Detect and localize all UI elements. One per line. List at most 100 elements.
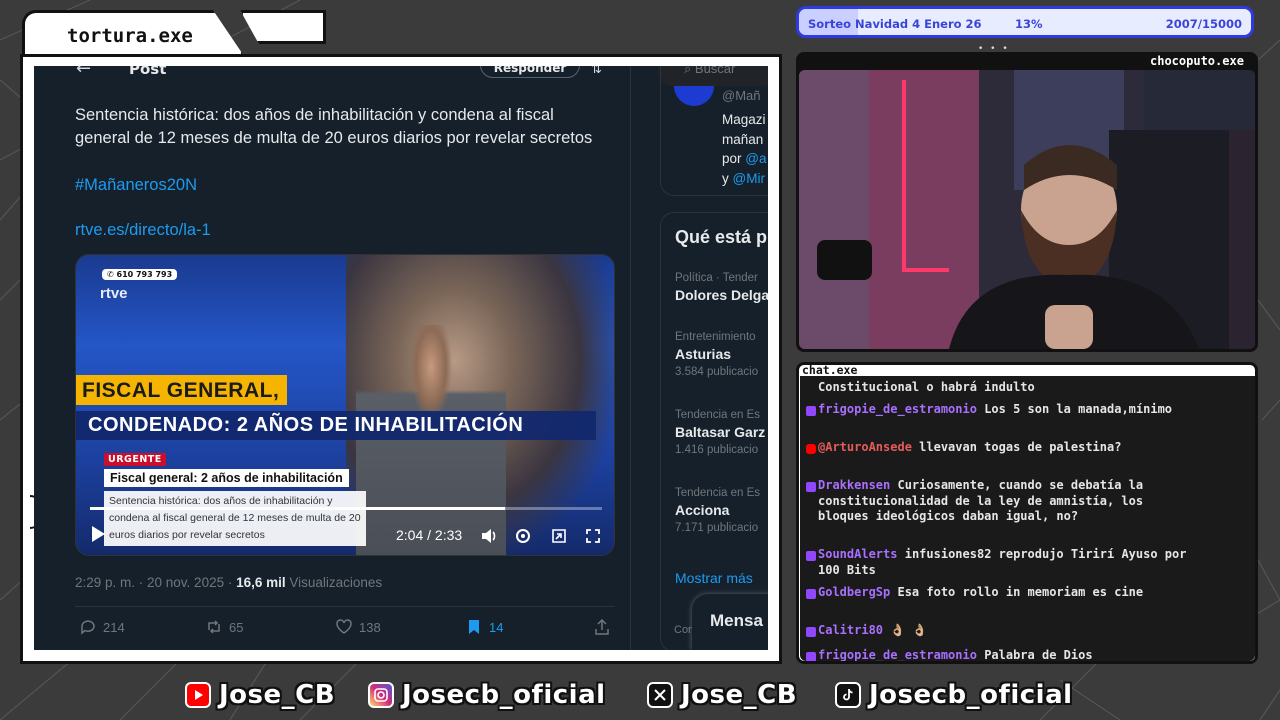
volume-icon[interactable] (480, 527, 498, 545)
headline-line-2: CONDENADO: 2 AÑOS DE INHABILITACIÓN (76, 411, 596, 440)
chat-username[interactable]: Drakkensen (818, 478, 890, 492)
bio-line: por @a (722, 149, 766, 169)
trend-count: 7.171 publicacio (675, 522, 759, 534)
like-action[interactable]: 138 (335, 618, 381, 636)
meta-divider (75, 606, 615, 607)
social-youtube[interactable]: Jose_CB (185, 676, 335, 714)
lower-third-text: Sentencia histórica: dos años de inhabil… (104, 491, 366, 546)
like-count: 138 (359, 619, 381, 635)
trend-item[interactable]: Política · Tender Dolores Delga (675, 272, 768, 303)
bio-line: Magazi (722, 112, 766, 127)
channel-logo: rtve (100, 285, 128, 302)
bookmark-count: 14 (489, 619, 504, 635)
bio-text: por (722, 151, 746, 166)
twitch-icon (806, 589, 816, 599)
video-presenter (356, 325, 506, 555)
back-arrow-icon[interactable]: ← (76, 66, 91, 79)
social-handle: Jose_CB (681, 680, 798, 710)
chat-username[interactable]: @ArturoAnsede (818, 440, 912, 454)
giveaway-title: Sorteo Navidad 4 Enero 26 (808, 17, 982, 31)
heart-icon (336, 619, 352, 634)
chat-username[interactable]: frigopie_de_estramonio (818, 402, 977, 416)
social-instagram[interactable]: Josecb_oficial (368, 676, 606, 714)
chat-message-text: 👌🏼 👌🏼 (890, 623, 928, 637)
video-time: 2:04 / 2:33 (396, 527, 463, 543)
views-count: 16,6 mil (236, 575, 286, 590)
reply-button[interactable]: Responder (480, 66, 580, 78)
bio-mention[interactable]: @Mir (733, 171, 765, 186)
bookmark-action[interactable]: 14 (465, 618, 503, 636)
chat-message-text: llevavan togas de palestina? (919, 440, 1122, 454)
bio-mention[interactable]: @a (745, 151, 766, 166)
window-title-tab: tortura.exe (22, 10, 244, 56)
chat-message: frigopie_de_estramonio Los 5 son la mana… (818, 402, 1190, 418)
tweet-hashtag[interactable]: #Mañaneros20N (75, 176, 197, 195)
social-handle: Jose_CB (219, 680, 336, 710)
trend-item[interactable]: Tendencia en Es Acciona 7.171 publicacio (675, 487, 760, 534)
tiktok-icon (835, 682, 861, 708)
reply-action[interactable]: 214 (79, 618, 125, 636)
trend-item[interactable]: Tendencia en Es Baltasar Garz 1.416 publ… (675, 409, 765, 456)
reply-count: 214 (103, 619, 125, 635)
trends-title: Qué está p (675, 227, 768, 247)
share-icon (595, 618, 609, 635)
chat-message: @ArturoAnsede llevavan togas de palestin… (818, 440, 1190, 456)
chat-message: SoundAlerts infusiones82 reprodujo Tirir… (818, 547, 1190, 578)
chat-username[interactable]: Calitri80 (818, 623, 883, 637)
chat-message-text: Esa foto rollo in memoriam es cine (897, 585, 1144, 599)
chat-message-text: Constitucional o habrá indulto (818, 380, 1035, 394)
trend-count: 3.584 publicacio (675, 366, 759, 378)
trend-item[interactable]: Entretenimiento Asturias 3.584 publicaci… (675, 331, 758, 378)
filter-icon[interactable]: ⇅ (591, 66, 602, 77)
trend-category: Política · Tender (675, 272, 758, 284)
bio-text: y (722, 170, 733, 186)
tweet-actions: 214 65 138 14 (75, 618, 615, 642)
youtube-icon (806, 444, 816, 454)
video-progress-bar[interactable] (90, 507, 602, 510)
trend-category: Tendencia en Es (675, 409, 761, 421)
video-player[interactable]: ✆ 610 793 793 rtve FISCAL GENERAL, CONDE… (75, 254, 615, 556)
chat-message: frigopie_de_estramonio Palabra de Dios (818, 648, 1190, 661)
trend-name: Baltasar Garz (675, 424, 766, 440)
picture-in-picture-icon[interactable] (550, 527, 568, 545)
webcam-label: chocoputo.exe (1142, 52, 1252, 70)
tweet-link[interactable]: rtve.es/directo/la-1 (75, 221, 211, 240)
whatsapp-number: ✆ 610 793 793 (102, 269, 178, 280)
lower-third-title: Fiscal general: 2 años de inhabilitación (104, 469, 349, 487)
phone-number: 610 793 793 (116, 270, 173, 279)
webcam-feed (799, 70, 1255, 349)
views-label: Visualizaciones (285, 575, 383, 590)
social-links: Jose_CB Josecb_oficial Jose_CB Josecb_of… (185, 676, 1105, 714)
webcam-scene (799, 70, 1255, 349)
giveaway-percent: 13% (1015, 17, 1043, 31)
twitch-icon (806, 406, 816, 416)
social-x[interactable]: Jose_CB (647, 676, 797, 714)
urgent-badge: URGENTE (104, 453, 166, 466)
chat-username[interactable]: SoundAlerts (818, 547, 897, 561)
twitch-icon (806, 482, 816, 492)
share-action[interactable] (593, 618, 611, 636)
instagram-icon (368, 682, 394, 708)
twitch-icon (806, 551, 816, 561)
social-handle: Josecb_oficial (869, 680, 1073, 710)
bio-line: y @Mir (722, 169, 766, 189)
messages-button[interactable]: Mensa (692, 594, 768, 650)
chat-username[interactable]: GoldbergSp (818, 585, 890, 599)
repost-icon (208, 620, 220, 634)
tweet-text: Sentencia histórica: dos años de inhabil… (75, 106, 593, 147)
reply-icon (81, 620, 95, 635)
profile-handle[interactable]: @Mañ (722, 88, 761, 103)
fullscreen-icon[interactable] (584, 527, 602, 545)
video-progress-fill (90, 507, 505, 510)
play-icon[interactable] (90, 525, 106, 543)
tweet-meta: 2:29 p. m. · 20 nov. 2025 · 16,6 mil Vis… (75, 575, 382, 590)
column-divider (630, 66, 631, 650)
show-more-link[interactable]: Mostrar más (675, 570, 753, 586)
repost-action[interactable]: 65 (205, 618, 243, 636)
social-tiktok[interactable]: Josecb_oficial (835, 676, 1073, 714)
headline-line-1: FISCAL GENERAL, (76, 375, 288, 405)
chat-username[interactable]: frigopie_de_estramonio (818, 648, 977, 661)
settings-gear-icon[interactable] (514, 527, 532, 545)
trend-category: Tendencia en Es (675, 487, 761, 499)
chat-message-text: Palabra de Dios (984, 648, 1093, 661)
